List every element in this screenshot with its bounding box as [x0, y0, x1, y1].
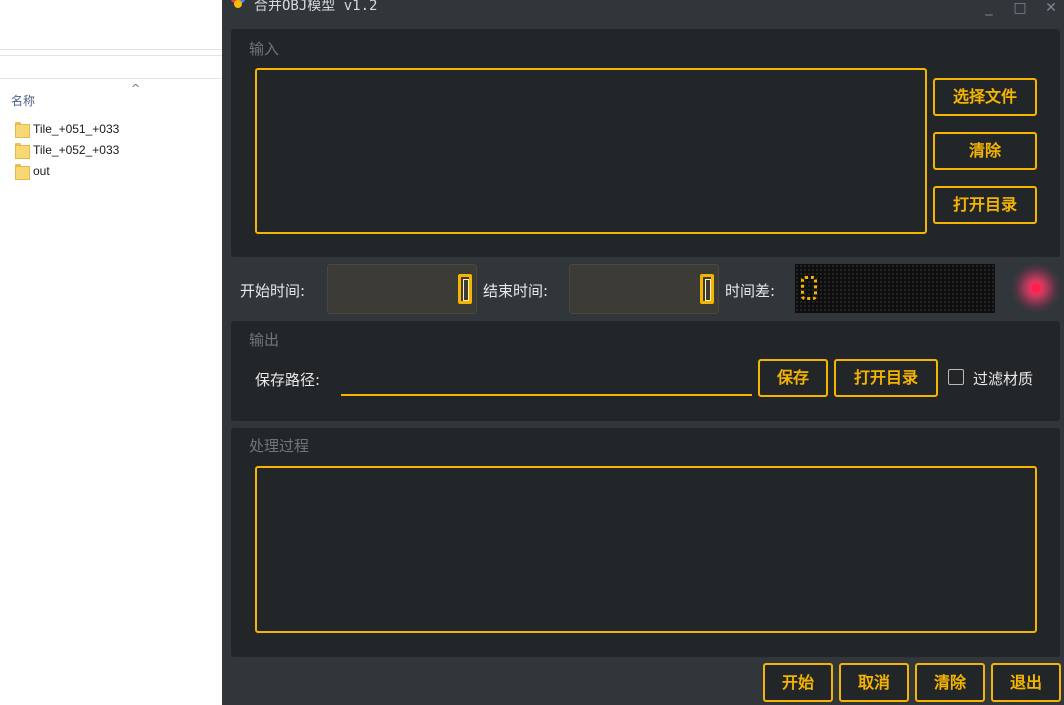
divider	[0, 55, 222, 56]
output-panel-title: 输出	[249, 331, 280, 349]
input-file-list[interactable]	[255, 68, 927, 234]
title-bar[interactable]: 合并OBJ模型 v1.2 _ □ ✕	[222, 0, 1064, 20]
folder-icon	[15, 164, 30, 180]
list-item-folder[interactable]: Tile_+052_+033	[15, 141, 119, 159]
divider	[0, 78, 222, 79]
save-path-label: 保存路径:	[255, 371, 321, 389]
process-log[interactable]	[255, 466, 1037, 633]
maximize-icon[interactable]: □	[1009, 0, 1031, 18]
select-file-button[interactable]: 选择文件	[933, 78, 1037, 116]
list-item-folder[interactable]: Tile_+051_+033	[15, 120, 119, 138]
sort-ascending-icon[interactable]: ^	[131, 82, 140, 95]
open-output-dir-button[interactable]: 打开目录	[834, 359, 938, 397]
minimize-icon[interactable]: _	[978, 0, 1000, 18]
end-time-display	[569, 264, 719, 314]
time-diff-label: 时间差:	[725, 282, 776, 300]
close-icon[interactable]: ✕	[1040, 0, 1062, 18]
lcd-digit	[700, 274, 714, 304]
window-title: 合并OBJ模型 v1.2	[254, 0, 378, 14]
column-header-name[interactable]: 名称	[11, 92, 35, 109]
status-led-icon	[1011, 263, 1061, 313]
app-logo-icon	[231, 0, 247, 9]
exit-button[interactable]: 退出	[991, 663, 1061, 702]
save-button[interactable]: 保存	[758, 359, 828, 397]
input-panel-title: 输入	[249, 40, 280, 58]
folder-icon	[15, 122, 30, 138]
folder-name: Tile_+051_+033	[33, 122, 120, 136]
app-window: 合并OBJ模型 v1.2 _ □ ✕ 输入 选择文件 清除 打开目录 开始时间:…	[222, 0, 1064, 705]
dot-matrix-digit	[801, 276, 817, 300]
list-item-folder[interactable]: out	[15, 162, 50, 180]
process-panel-title: 处理过程	[249, 437, 310, 455]
clear-input-button[interactable]: 清除	[933, 132, 1037, 170]
divider	[0, 49, 222, 50]
folder-name: Tile_+052_+033	[33, 143, 120, 157]
filter-material-label: 过滤材质	[973, 370, 1034, 388]
start-button[interactable]: 开始	[763, 663, 833, 702]
folder-icon	[15, 143, 30, 159]
clear-button[interactable]: 清除	[915, 663, 985, 702]
lcd-digit	[458, 274, 472, 304]
open-input-dir-button[interactable]: 打开目录	[933, 186, 1037, 224]
start-time-display	[327, 264, 477, 314]
save-path-underline	[341, 394, 752, 396]
time-diff-display	[795, 264, 995, 313]
end-time-label: 结束时间:	[483, 282, 549, 300]
cancel-button[interactable]: 取消	[839, 663, 909, 702]
file-explorer: ^ 名称 Tile_+051_+033 Tile_+052_+033 out	[0, 0, 222, 705]
filter-material-checkbox[interactable]	[948, 369, 964, 385]
folder-name: out	[33, 164, 50, 178]
start-time-label: 开始时间:	[240, 282, 306, 300]
